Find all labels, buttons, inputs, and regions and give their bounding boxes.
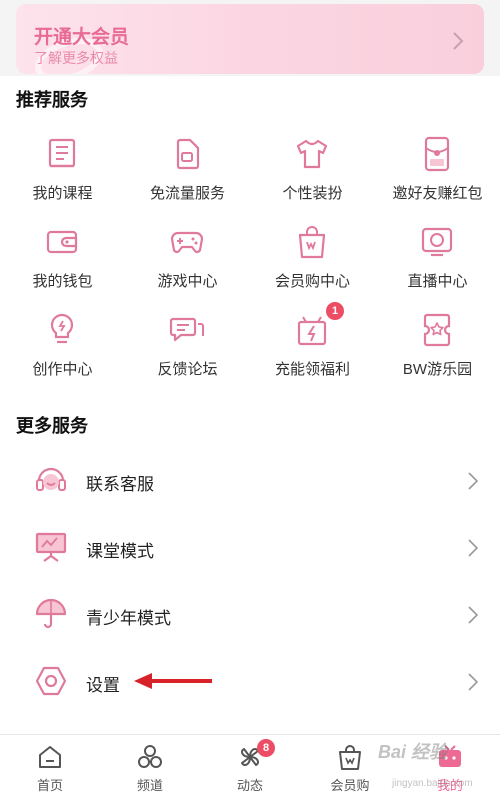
chevron-right-icon: [468, 472, 478, 490]
shopping-bag-icon: [339, 745, 361, 770]
service-label: BW游乐园: [402, 361, 473, 378]
wallet-icon: [46, 230, 78, 254]
service-course[interactable]: 我的课程: [0, 136, 125, 216]
tab-label: 动态: [236, 778, 263, 793]
row-classroom-mode[interactable]: 课堂模式: [0, 515, 500, 581]
service-label: 我的钱包: [32, 273, 93, 290]
home-icon: [39, 746, 61, 768]
channels-icon: [138, 745, 162, 768]
course-icon: [48, 138, 76, 168]
service-feedback[interactable]: 反馈论坛: [125, 312, 250, 392]
service-wallet[interactable]: 我的钱包: [0, 224, 125, 304]
service-label: 邀好友赚红包: [392, 185, 483, 202]
section-title-recommended: 推荐服务: [16, 90, 88, 110]
chat-bubbles-icon: [169, 317, 204, 342]
row-label: 青少年模式: [86, 609, 171, 628]
umbrella-icon: [35, 598, 67, 629]
gamepad-icon: [170, 231, 204, 254]
watermark-url: jingyan.baidu.com: [392, 778, 473, 789]
row-label: 课堂模式: [86, 542, 154, 561]
tab-label: 首页: [36, 778, 63, 793]
hexagon-settings-icon: [35, 666, 67, 696]
service-label: 游戏中心: [157, 273, 218, 290]
tab-label: 频道: [136, 778, 163, 793]
chevron-right-icon: [453, 32, 464, 50]
row-label: 联系客服: [86, 475, 154, 494]
vip-subtitle: 了解更多权益: [34, 50, 118, 66]
headset-icon: [36, 467, 66, 491]
shopping-bag-icon: [298, 226, 326, 259]
vip-banner[interactable]: 开通大会员 了解更多权益: [16, 4, 484, 74]
presentation-board-icon: [35, 532, 67, 562]
lightbulb-icon: [50, 313, 74, 344]
service-label: 免流量服务: [149, 185, 225, 202]
watermark: Bai 经验: [378, 742, 448, 762]
sim-card-icon: [176, 138, 200, 170]
service-games[interactable]: 游戏中心: [125, 224, 250, 304]
red-packet-icon: [424, 136, 450, 172]
tab-feed[interactable]: 8 动态: [200, 735, 300, 801]
row-settings[interactable]: 设置: [0, 649, 500, 715]
service-creator[interactable]: 创作中心: [0, 312, 125, 392]
service-label: 我的课程: [32, 185, 93, 202]
service-charge-rewards[interactable]: 1 充能领福利: [250, 302, 375, 392]
tab-label: 会员购: [330, 778, 370, 793]
row-customer-service[interactable]: 联系客服: [0, 448, 500, 514]
service-label: 充能领福利: [274, 361, 350, 378]
chevron-right-icon: [468, 606, 478, 624]
notification-badge: 1: [326, 302, 344, 320]
tshirt-icon: [296, 139, 328, 169]
ticket-icon: [423, 313, 451, 347]
service-free-data[interactable]: 免流量服务: [125, 136, 250, 216]
service-bw-park[interactable]: BW游乐园: [375, 312, 500, 392]
chevron-right-icon: [468, 673, 478, 691]
tab-channels[interactable]: 频道: [100, 735, 200, 801]
notification-badge: 8: [257, 739, 275, 757]
tab-home[interactable]: 首页: [0, 735, 100, 801]
gift-bolt-icon: [297, 316, 327, 346]
service-label: 反馈论坛: [157, 361, 218, 378]
row-teen-mode[interactable]: 青少年模式: [0, 582, 500, 648]
service-label: 会员购中心: [274, 273, 350, 290]
service-outfit[interactable]: 个性装扮: [250, 136, 375, 216]
service-label: 个性装扮: [282, 185, 343, 202]
annotation-arrow-icon: [134, 673, 212, 689]
live-tv-icon: [421, 227, 453, 257]
service-member-shop[interactable]: 会员购中心: [250, 224, 375, 304]
service-label: 创作中心: [32, 361, 93, 378]
section-title-more: 更多服务: [16, 416, 88, 436]
service-live[interactable]: 直播中心: [375, 224, 500, 304]
service-invite[interactable]: 邀好友赚红包: [375, 136, 500, 216]
service-label: 直播中心: [407, 273, 468, 290]
row-label: 设置: [86, 676, 120, 695]
chevron-right-icon: [468, 539, 478, 557]
vip-title: 开通大会员: [34, 27, 130, 48]
services-card: 推荐服务 我的课程 免流量服务 个性装扮 邀好友赚红包 我的钱包 游戏中心 会员…: [0, 76, 500, 734]
